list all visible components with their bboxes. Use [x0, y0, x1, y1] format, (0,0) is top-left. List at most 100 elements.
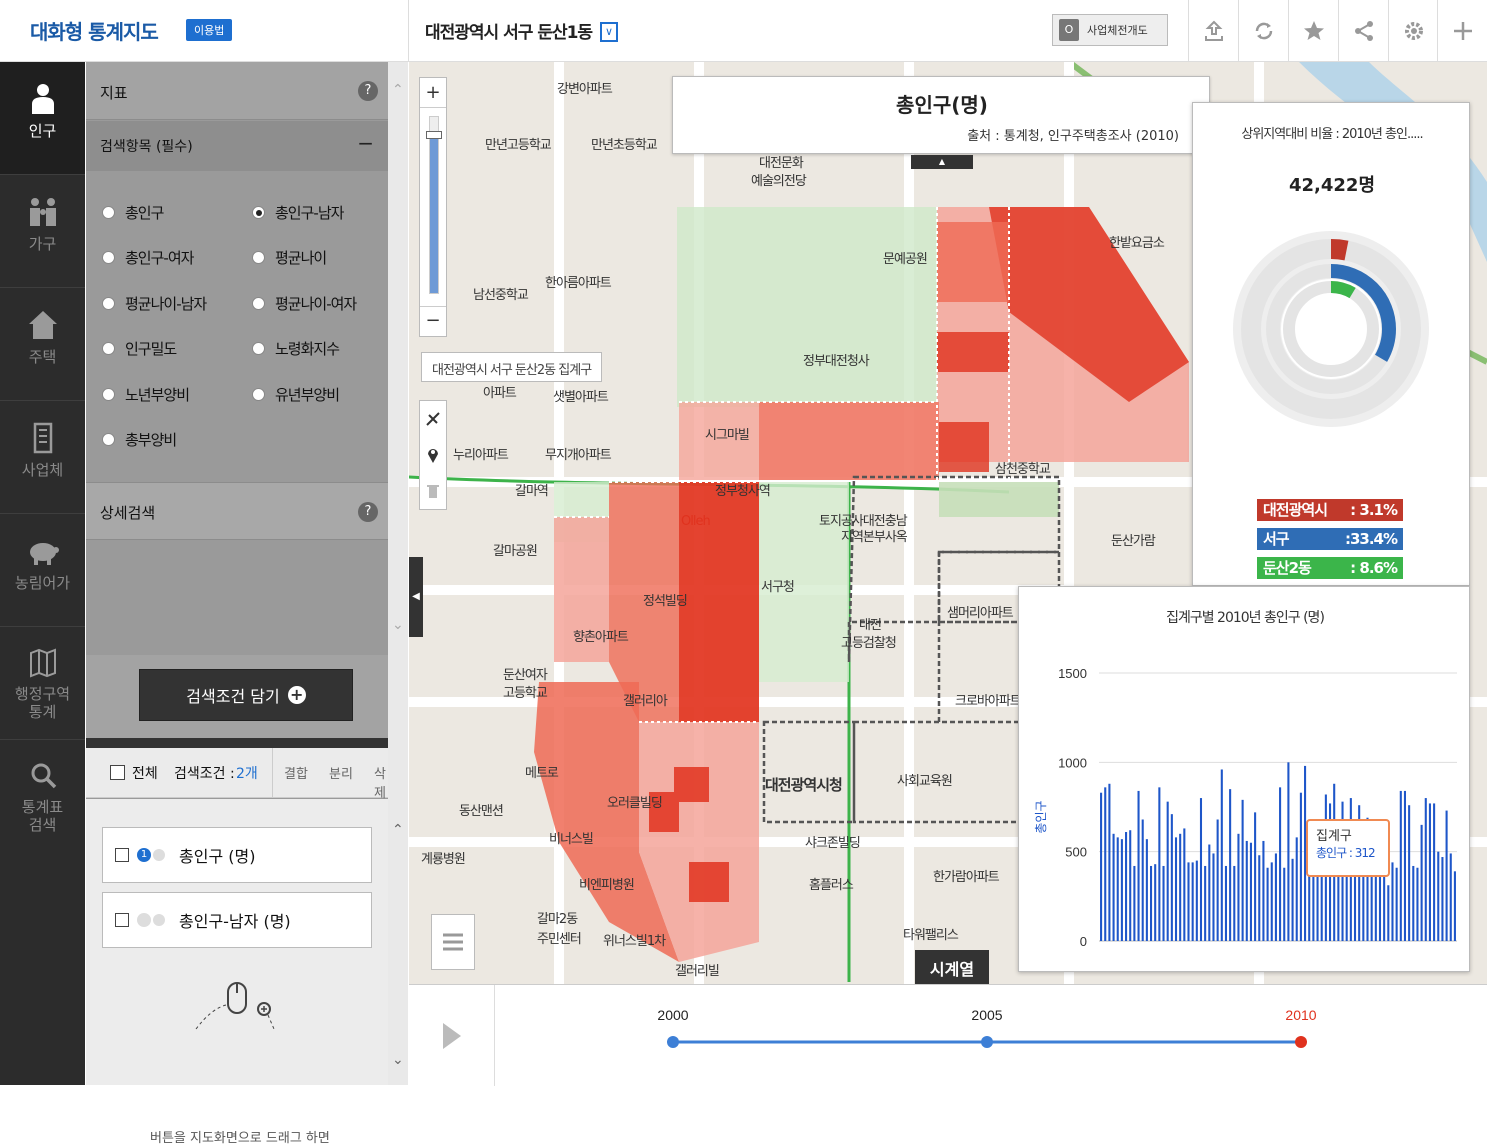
- zoom-thumb[interactable]: [426, 130, 442, 139]
- help-icon[interactable]: ?: [358, 502, 378, 522]
- condition-checkbox[interactable]: [115, 848, 129, 862]
- bar[interactable]: [1241, 799, 1244, 941]
- bar[interactable]: [1174, 837, 1178, 941]
- add-condition-button[interactable]: 검색조건 담기 +: [139, 669, 353, 721]
- bar[interactable]: [1137, 790, 1140, 941]
- bar[interactable]: [1191, 862, 1194, 941]
- delete-button[interactable]: 삭제: [374, 763, 388, 801]
- bar[interactable]: [1445, 810, 1448, 941]
- nav-item-stats-search[interactable]: 통계표 검색: [0, 740, 85, 853]
- radio-button[interactable]: [102, 342, 115, 355]
- bar[interactable]: [1412, 865, 1415, 941]
- nav-item-housing[interactable]: 주택: [0, 288, 85, 401]
- timeline-track[interactable]: 2000 2005 2010: [495, 985, 1487, 1086]
- bar[interactable]: [1408, 805, 1411, 941]
- radio-button[interactable]: [252, 206, 265, 219]
- bar[interactable]: [1399, 790, 1402, 941]
- bar[interactable]: [1391, 862, 1394, 941]
- timeseries-tab[interactable]: 시계열: [915, 950, 989, 984]
- bar[interactable]: [1162, 865, 1165, 941]
- bar[interactable]: [1441, 857, 1444, 941]
- select-all-checkbox[interactable]: [110, 765, 125, 780]
- bar[interactable]: [1179, 833, 1182, 941]
- refresh-icon[interactable]: [1238, 0, 1288, 62]
- bar[interactable]: [1262, 840, 1265, 941]
- bar[interactable]: [1424, 798, 1427, 941]
- bar[interactable]: [1233, 865, 1236, 941]
- radio-button[interactable]: [252, 251, 265, 264]
- bar[interactable]: [1100, 792, 1103, 941]
- timeline-point[interactable]: [981, 1036, 993, 1048]
- resize-handle[interactable]: [86, 738, 388, 748]
- pin-icon[interactable]: [420, 437, 446, 473]
- play-button[interactable]: [409, 985, 495, 1086]
- split-button[interactable]: 분리: [329, 763, 353, 782]
- option-total-dependency[interactable]: 총부양비: [102, 429, 177, 450]
- bar[interactable]: [1270, 862, 1273, 941]
- radio-button[interactable]: [102, 206, 115, 219]
- bar[interactable]: [1433, 803, 1436, 941]
- collapse-title-button[interactable]: ▲: [911, 155, 973, 169]
- bar[interactable]: [1104, 787, 1107, 941]
- bar[interactable]: [1204, 865, 1207, 941]
- bar[interactable]: [1245, 840, 1248, 941]
- bar[interactable]: [1212, 853, 1215, 941]
- timeline-point[interactable]: [667, 1036, 679, 1048]
- bar[interactable]: [1279, 787, 1282, 941]
- bar[interactable]: [1120, 839, 1123, 941]
- bar[interactable]: [1216, 819, 1219, 941]
- panel-collapse-tab[interactable]: ◀: [409, 557, 423, 637]
- chevron-down-icon[interactable]: ⌄: [392, 1052, 404, 1068]
- bar[interactable]: [1154, 864, 1157, 941]
- bar[interactable]: [1129, 830, 1132, 941]
- bar[interactable]: [1291, 858, 1294, 941]
- bar[interactable]: [1170, 814, 1173, 941]
- upload-icon[interactable]: [1188, 0, 1238, 62]
- chevron-up-icon[interactable]: ⌃: [392, 82, 404, 98]
- location-dropdown-button[interactable]: ∨: [600, 22, 618, 42]
- bar[interactable]: [1428, 803, 1431, 941]
- chevron-up-icon[interactable]: ⌃: [392, 822, 404, 838]
- bar[interactable]: [1437, 851, 1440, 941]
- bar[interactable]: [1108, 783, 1111, 941]
- biz-toggle[interactable]: O 사업체전개도: [1052, 14, 1168, 46]
- bar[interactable]: [1187, 862, 1190, 941]
- legend-menu-button[interactable]: [431, 914, 475, 970]
- bar[interactable]: [1229, 789, 1232, 941]
- nav-item-business[interactable]: 사업체: [0, 401, 85, 514]
- timeline-year[interactable]: 2000: [657, 1007, 688, 1023]
- usage-guide-button[interactable]: 이용법: [186, 19, 233, 41]
- plus-icon[interactable]: [1437, 0, 1487, 62]
- radio-button[interactable]: [102, 251, 115, 264]
- settings-icon[interactable]: [1388, 0, 1438, 62]
- bar[interactable]: [1266, 867, 1269, 941]
- bar[interactable]: [1249, 842, 1252, 941]
- option-avg-age[interactable]: 평균나이: [252, 247, 327, 268]
- option-total-pop-male[interactable]: 총인구-남자: [252, 202, 344, 223]
- condition-item[interactable]: 1 총인구 (명): [102, 827, 372, 883]
- bar[interactable]: [1199, 798, 1203, 941]
- bar[interactable]: [1254, 812, 1257, 941]
- chevron-down-icon[interactable]: ⌄: [392, 617, 404, 633]
- trash-icon[interactable]: [420, 473, 446, 509]
- bar[interactable]: [1274, 853, 1277, 941]
- bar[interactable]: [1183, 828, 1186, 941]
- bar[interactable]: [1387, 885, 1390, 941]
- bar[interactable]: [1116, 837, 1119, 941]
- radio-button[interactable]: [102, 297, 115, 310]
- radio-button[interactable]: [102, 388, 115, 401]
- radio-button[interactable]: [252, 342, 265, 355]
- combine-button[interactable]: 결합: [284, 763, 308, 782]
- nav-item-farm[interactable]: 농림어가: [0, 514, 85, 627]
- bar[interactable]: [1283, 867, 1286, 941]
- search-items-header[interactable]: 검색항목 (필수) −: [86, 121, 388, 171]
- zoom-in-button[interactable]: +: [420, 78, 446, 108]
- timeline-year[interactable]: 2010: [1285, 1007, 1316, 1023]
- bar[interactable]: [1224, 865, 1228, 941]
- map-canvas[interactable]: 강변아파트 만년고등학교 만년초등학교 대전문화 예술의전당 문예공원 한밭요금소 남선중학교…: [409, 62, 1487, 984]
- option-total-pop[interactable]: 총인구: [102, 202, 164, 223]
- bar[interactable]: [1403, 790, 1407, 941]
- condition-item[interactable]: 총인구-남자 (명): [102, 892, 372, 948]
- zoom-out-button[interactable]: −: [420, 306, 446, 336]
- bar[interactable]: [1420, 824, 1423, 941]
